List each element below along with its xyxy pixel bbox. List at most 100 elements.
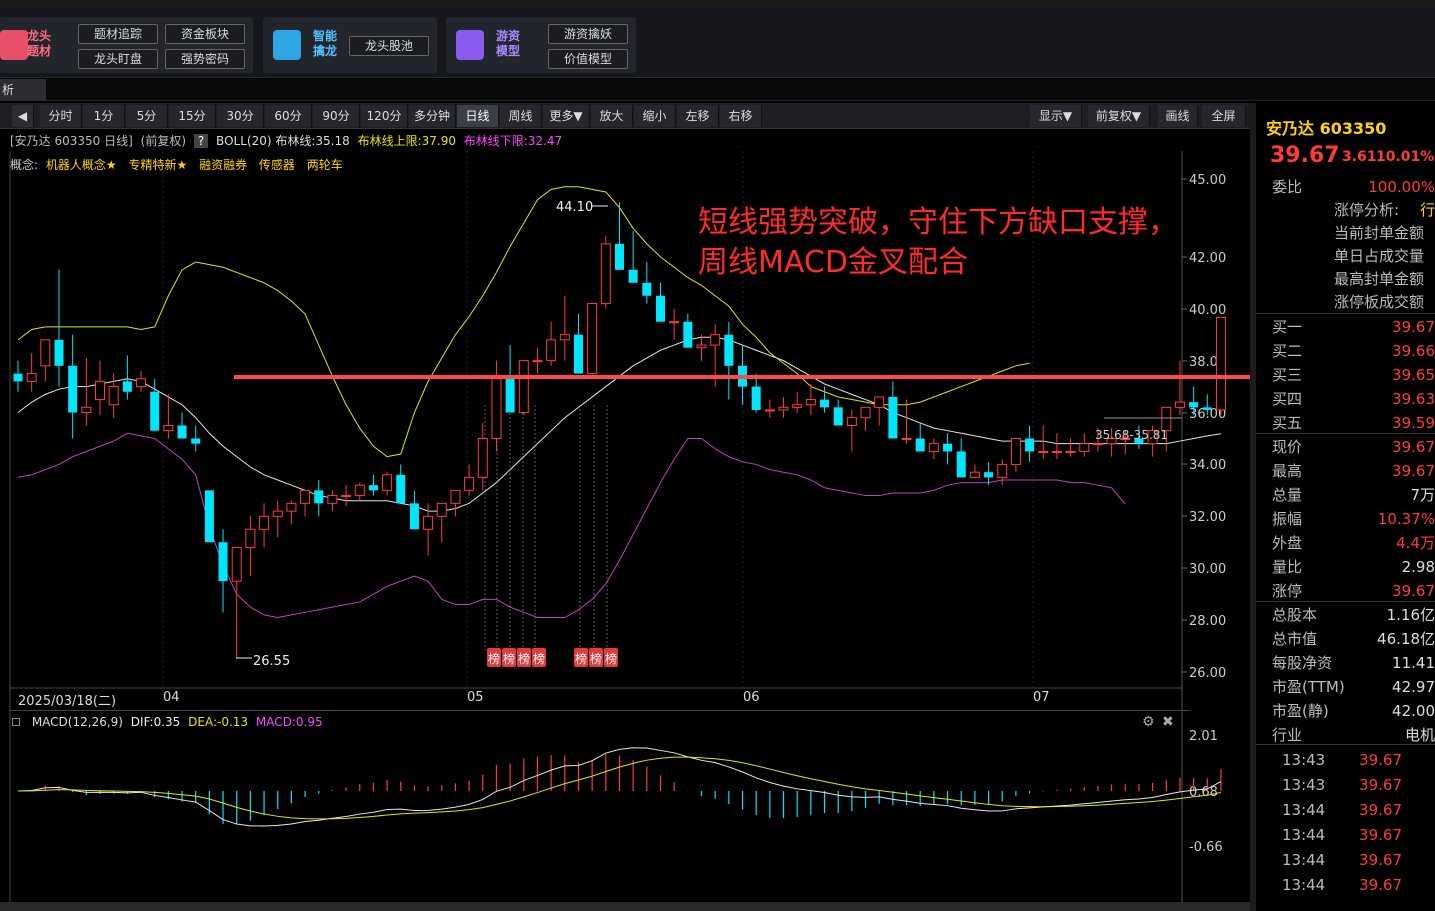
macd-value: MACD:0.95: [255, 715, 323, 729]
quote-row: 量比 2.98: [1272, 555, 1435, 579]
candle-body-up: [1010, 437, 1021, 465]
stock-label: [安乃达 603350 日线]: [10, 134, 133, 148]
candle-body-down: [628, 269, 638, 283]
candle-body-up: [1174, 401, 1185, 408]
order-book-row: 买二 39.66: [1272, 339, 1435, 363]
period-button[interactable]: 分时: [40, 105, 82, 127]
collapse-left-icon[interactable]: ◀: [12, 105, 34, 127]
candle-body-up: [587, 303, 598, 375]
candle-body-up: [997, 463, 1008, 478]
period-button[interactable]: 30分: [217, 105, 264, 127]
period-button[interactable]: 周线: [500, 105, 542, 127]
macd-axis-label: -0.66: [1189, 840, 1223, 855]
row-value: 39.65: [1392, 366, 1435, 384]
theme-icon: [0, 30, 28, 60]
period-button[interactable]: 120分: [361, 105, 408, 127]
value-model-button[interactable]: 价值模型: [548, 49, 628, 69]
tick-price: 39.67: [1359, 801, 1402, 819]
period-button[interactable]: 90分: [313, 105, 360, 127]
row-value: 1.16亿: [1386, 606, 1435, 624]
row-label: 总量: [1272, 486, 1303, 504]
row-value: 46.18亿: [1377, 630, 1435, 648]
quote-row: 涨停 39.67: [1272, 579, 1435, 603]
period-button[interactable]: 15分: [169, 105, 216, 127]
candle-body-up: [846, 417, 857, 427]
candle-body-up: [40, 339, 51, 367]
period-button[interactable]: 60分: [265, 105, 312, 127]
current-price: 39.67: [1270, 143, 1340, 168]
month-label: 04: [163, 690, 180, 705]
fundamental-row: 每股净资 11.41: [1272, 651, 1435, 675]
row-label: 买五: [1272, 414, 1303, 432]
period-button[interactable]: 放大: [591, 105, 633, 127]
candle-body-up: [26, 373, 37, 382]
row-value: 4.4万: [1396, 534, 1435, 552]
month-label: 06: [743, 690, 760, 705]
theme-track-button[interactable]: 题材追踪: [78, 24, 158, 44]
view-button[interactable]: 前复权▼: [1088, 105, 1150, 127]
tick-row: 13:44 39.67: [1282, 873, 1432, 897]
bottom-tab-bar[interactable]: [0, 902, 1250, 911]
row-label: 市盈(静): [1272, 702, 1329, 720]
view-button[interactable]: 全屏: [1202, 105, 1246, 127]
divider: [1256, 433, 1435, 434]
candle-body-up: [1038, 450, 1049, 453]
period-button[interactable]: 左移: [677, 105, 719, 127]
period-button[interactable]: 更多▼: [543, 105, 590, 127]
leader-watch-button[interactable]: 龙头盯盘: [78, 49, 158, 69]
candle-body-up: [532, 360, 543, 363]
candle-body-up: [805, 399, 816, 406]
macd-toggle-icon[interactable]: [12, 718, 20, 726]
period-button[interactable]: 缩小: [634, 105, 676, 127]
candle-body-down: [833, 407, 843, 426]
candle-body-down: [396, 474, 406, 504]
tick-time: 13:44: [1282, 826, 1326, 844]
tick-row: 13:43 39.67: [1282, 748, 1432, 772]
leader-pool-button[interactable]: 龙头股池: [349, 36, 429, 56]
candle-body-up: [245, 528, 256, 548]
strong-code-button[interactable]: 强势密码: [165, 49, 245, 69]
candle-body-down: [368, 485, 378, 491]
quote-row: 总量 7万: [1272, 483, 1435, 507]
help-icon[interactable]: ?: [193, 134, 209, 148]
row-value: 100.00%: [1368, 178, 1435, 196]
stat-row: 委比 100.00%: [1272, 175, 1435, 199]
view-button[interactable]: 画线: [1158, 105, 1198, 127]
candle-body-down: [1202, 407, 1212, 410]
view-button[interactable]: 显示▼: [1030, 105, 1082, 127]
row-value: 39.67: [1392, 462, 1435, 480]
period-button[interactable]: 1分: [83, 105, 125, 127]
row-value: 39.67: [1392, 318, 1435, 336]
close-icon[interactable]: ✖: [1162, 711, 1174, 733]
candle-body-up: [163, 425, 174, 432]
hotmoney-icon: [456, 30, 484, 60]
fundamental-row: 市盈(TTM) 42.97: [1272, 675, 1435, 699]
period-button[interactable]: 5分: [126, 105, 168, 127]
analysis-annotation: 短线强势突破，守住下方缺口支撑， 周线MACD金叉配合: [698, 203, 1178, 283]
row-label: 振幅: [1272, 510, 1303, 528]
candle-body-up: [1065, 450, 1076, 453]
low-price-label: 26.55: [253, 654, 290, 669]
order-book-row: 买四 39.63: [1272, 387, 1435, 411]
tab-analysis[interactable]: 析: [0, 79, 46, 101]
candle-body-down: [68, 365, 78, 413]
row-label: 总股本: [1272, 606, 1318, 624]
chart-info-line: [安乃达 603350 日线] (前复权) ? BOLL(20) 布林线:35.…: [10, 131, 1180, 151]
row-value: 42.97: [1392, 678, 1435, 696]
stock-name: 安乃达 603350: [1266, 119, 1387, 138]
candle-body-up: [477, 437, 488, 478]
adjust-label: (前复权): [140, 134, 187, 148]
price-axis-label: 28.00: [1189, 614, 1226, 629]
period-button[interactable]: 多分钟: [409, 105, 456, 127]
fund-sector-button[interactable]: 资金板块: [165, 24, 245, 44]
period-button[interactable]: 日线: [457, 105, 499, 127]
stat-row: 当前封单金额: [1272, 221, 1435, 245]
settings-gear-icon[interactable]: ⚙: [1142, 711, 1155, 733]
candle-body-up: [300, 489, 311, 504]
boll-value: BOLL(20) 布林线:35.18: [216, 134, 350, 148]
row-label: 每股净资: [1272, 654, 1333, 672]
candle-body-up: [1092, 443, 1103, 446]
rank-badge-label: 榜: [575, 651, 587, 666]
hotmoney-demon-button[interactable]: 游资擒妖: [548, 24, 628, 44]
period-button[interactable]: 右移: [720, 105, 762, 127]
